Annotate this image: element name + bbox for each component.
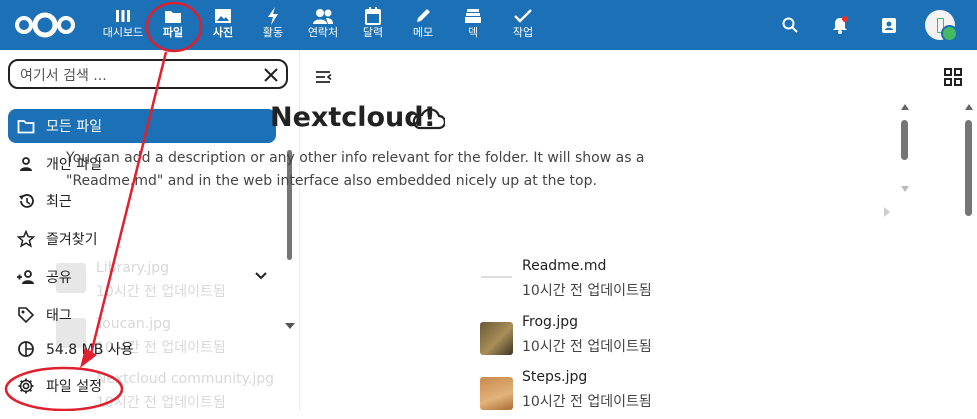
nav-label: 공유: [46, 270, 72, 286]
nav-label: 모든 파일: [46, 119, 102, 135]
calendar-icon: [347, 6, 399, 26]
readme-scrollbar[interactable]: [900, 104, 910, 194]
nav-label: 즐겨찾기: [46, 232, 98, 248]
file-modified-time: 10시간 전 업데이트됨: [522, 339, 652, 355]
quota-icon: [16, 339, 36, 359]
page-scrollbar[interactable]: [964, 104, 974, 219]
app-label: 사진: [212, 26, 234, 39]
star-icon: [16, 229, 36, 249]
app-deck[interactable]: 덱: [447, 6, 499, 46]
file-name[interactable]: Steps.jpg: [522, 369, 587, 385]
app-label: 덱: [467, 26, 479, 39]
app-activity[interactable]: 활동: [247, 6, 299, 46]
folder-description: You can add a description or any other i…: [66, 150, 645, 189]
nav-quota: 54.8 MB 사용: [8, 332, 276, 366]
nav-label: 최근: [46, 194, 72, 210]
app-label: 파일: [162, 26, 184, 39]
markdown-file-icon: [480, 266, 513, 299]
folder-icon: [16, 116, 36, 136]
nav-favorites[interactable]: 즐겨찾기: [8, 222, 276, 256]
photos-icon: [197, 6, 249, 26]
chevron-down-icon[interactable]: [254, 269, 268, 287]
search-input[interactable]: [18, 65, 262, 87]
file-name[interactable]: Frog.jpg: [522, 314, 578, 330]
app-label: 대시보드: [102, 26, 144, 39]
nav-label: 54.8 MB 사용: [46, 342, 134, 358]
nav-tags[interactable]: 태그: [8, 298, 276, 332]
nav-all-files[interactable]: 모든 파일: [8, 109, 276, 143]
app-label: 달력: [362, 26, 384, 39]
status-badge: [941, 25, 958, 42]
notifications-icon[interactable]: [829, 14, 851, 36]
search-icon[interactable]: [779, 14, 801, 36]
app-contacts[interactable]: 연락처: [297, 6, 349, 46]
share-icon: [16, 267, 36, 287]
scroll-right-arrow-icon[interactable]: [884, 202, 890, 221]
file-name[interactable]: Readme.md: [522, 258, 606, 274]
history-icon: [16, 191, 36, 211]
nav-label: 파일 설정: [46, 379, 102, 395]
app-label: 연락처: [307, 26, 339, 39]
app-calendar[interactable]: 달력: [347, 6, 399, 46]
image-thumbnail: [480, 322, 513, 355]
search-box[interactable]: [8, 59, 288, 89]
app-dashboard[interactable]: 대시보드: [97, 6, 149, 46]
collapse-sidebar-icon[interactable]: [315, 69, 333, 88]
grid-view-icon[interactable]: [944, 68, 962, 90]
app-tasks[interactable]: 작업: [497, 6, 549, 46]
image-thumbnail: [480, 377, 513, 410]
app-label: 메모: [412, 26, 434, 39]
app-label: 작업: [512, 26, 534, 39]
nav-shares[interactable]: 공유: [8, 260, 276, 294]
activity-icon: [247, 6, 299, 26]
scroll-down-arrow-icon[interactable]: [285, 315, 295, 334]
app-photos[interactable]: 사진: [197, 6, 249, 46]
contacts-icon: [297, 6, 349, 26]
top-bar: 대시보드 파일 사진 활동 연락처 달력 메모 덱 작업: [0, 0, 977, 50]
user-avatar[interactable]: [925, 10, 958, 42]
deck-icon: [447, 6, 499, 26]
contacts-menu-icon[interactable]: [878, 14, 900, 36]
app-label: 활동: [262, 26, 284, 39]
close-icon[interactable]: [263, 67, 279, 83]
file-modified-time: 10시간 전 업데이트됨: [522, 394, 652, 410]
app-notes[interactable]: 메모: [397, 6, 449, 46]
app-files[interactable]: 파일: [147, 6, 199, 46]
dashboard-icon: [97, 6, 149, 26]
sidebar: Library.jpg 10시간 전 업데이트됨 Toucan.jpg 10시간…: [0, 50, 300, 411]
file-modified-time: 10시간 전 업데이트됨: [522, 283, 652, 299]
person-icon: [16, 154, 36, 174]
gear-icon: [16, 376, 36, 396]
nav-label: 태그: [46, 308, 72, 324]
nav-files-settings[interactable]: 파일 설정: [8, 369, 276, 403]
nextcloud-logo[interactable]: [14, 11, 76, 43]
folder-icon: [147, 6, 199, 26]
cloud-icon: [411, 108, 447, 134]
notes-icon: [397, 6, 449, 26]
tag-icon: [16, 305, 36, 325]
tasks-icon: [497, 6, 549, 26]
